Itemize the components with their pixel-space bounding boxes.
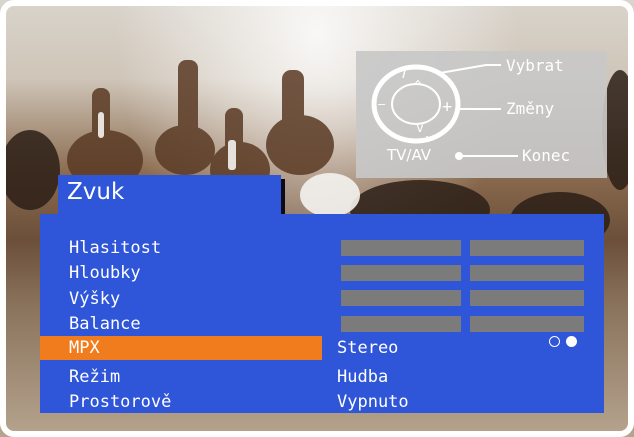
menu-item-mpx[interactable]: MPX bbox=[40, 336, 322, 360]
menu-item-label: Hlasitost bbox=[69, 238, 162, 258]
menu-item-mode[interactable]: Režim bbox=[40, 365, 322, 389]
mpx-value: Stereo bbox=[337, 338, 399, 358]
balance-level-bar-left bbox=[341, 316, 461, 332]
treble-level-bar-left bbox=[341, 290, 461, 306]
change-legend: Změny bbox=[506, 99, 555, 118]
plus-icon: + bbox=[442, 97, 453, 117]
sound-menu-panel: Hlasitost Hloubky Výšky Balance MPX Ster… bbox=[40, 214, 604, 413]
bass-level-bar-right bbox=[470, 265, 584, 281]
treble-level-bar-right bbox=[470, 290, 584, 306]
stereo-indicator-icon bbox=[566, 336, 577, 347]
surround-value: Vypnuto bbox=[337, 392, 409, 412]
menu-item-label: Balance bbox=[69, 314, 141, 334]
menu-item-label: Výšky bbox=[69, 289, 121, 309]
up-arrow-icon: ^ bbox=[414, 79, 422, 94]
menu-item-volume[interactable]: Hlasitost bbox=[40, 236, 322, 260]
menu-item-label: MPX bbox=[69, 338, 100, 358]
tv-screen: ^ v — + TV/AV Vybrat Změny Konec Zvuk Hl… bbox=[0, 0, 634, 437]
menu-title: Zvuk bbox=[67, 179, 125, 205]
tvav-button-label: TV/AV bbox=[387, 146, 432, 164]
menu-item-label: Režim bbox=[69, 367, 121, 387]
menu-item-label: Prostorově bbox=[69, 392, 172, 412]
menu-item-label: Hloubky bbox=[69, 263, 141, 283]
volume-level-bar-right bbox=[470, 240, 584, 256]
exit-legend: Konec bbox=[522, 146, 571, 165]
menu-item-treble[interactable]: Výšky bbox=[40, 287, 322, 311]
menu-item-balance[interactable]: Balance bbox=[40, 312, 322, 336]
mode-value: Hudba bbox=[337, 367, 389, 387]
volume-level-bar-left bbox=[341, 240, 461, 256]
minus-icon: — bbox=[378, 97, 386, 111]
bass-level-bar-left bbox=[341, 265, 461, 281]
select-legend: Vybrat bbox=[506, 56, 564, 75]
down-arrow-icon: v bbox=[416, 121, 424, 136]
balance-level-bar-right bbox=[470, 316, 584, 332]
menu-title-tab: Zvuk bbox=[58, 175, 281, 215]
remote-control-help: ^ v — + TV/AV Vybrat Změny Konec bbox=[356, 51, 607, 178]
menu-item-bass[interactable]: Hloubky bbox=[40, 261, 322, 285]
menu-item-surround[interactable]: Prostorově bbox=[40, 390, 322, 414]
mono-indicator-icon bbox=[549, 336, 560, 347]
